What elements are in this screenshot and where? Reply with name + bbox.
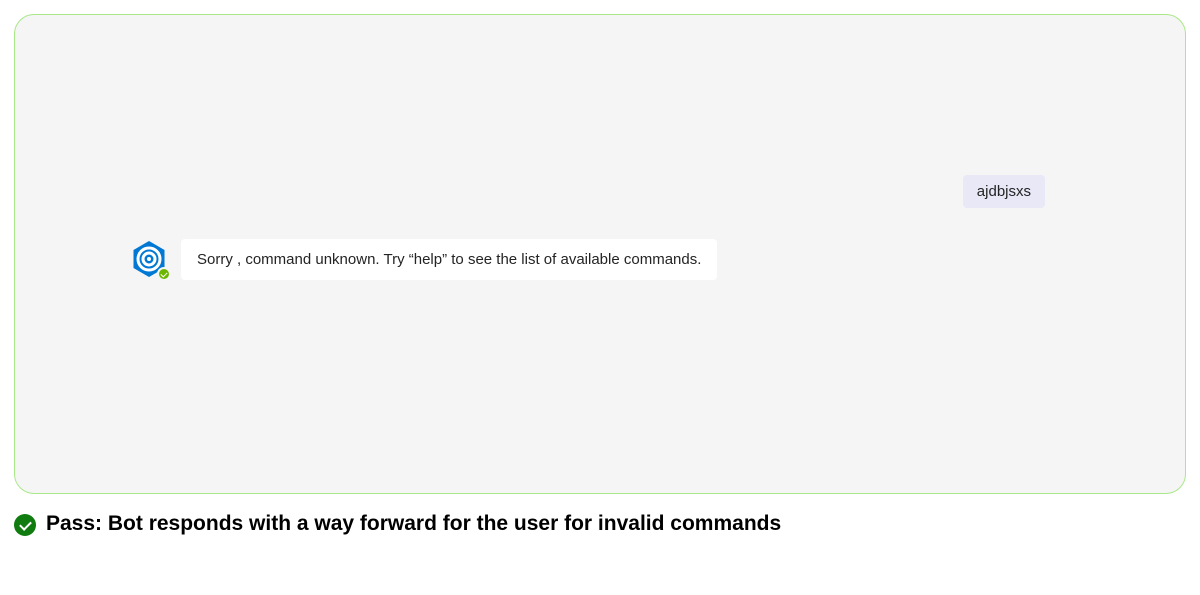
caption-text: Pass: Bot responds with a way forward fo… bbox=[46, 510, 781, 538]
check-circle-icon bbox=[14, 514, 36, 536]
user-message-text: ajdbjsxs bbox=[977, 183, 1031, 200]
presence-available-icon bbox=[157, 267, 171, 281]
chat-panel: ajdbjsxs Sorry , command unknown. Try “h… bbox=[14, 14, 1186, 494]
bot-message-bubble: Sorry , command unknown. Try “help” to s… bbox=[181, 239, 717, 280]
caption-row: Pass: Bot responds with a way forward fo… bbox=[14, 510, 1134, 538]
bot-message-row: Sorry , command unknown. Try “help” to s… bbox=[129, 239, 717, 280]
bot-message-text: Sorry , command unknown. Try “help” to s… bbox=[197, 251, 701, 268]
bot-avatar[interactable] bbox=[129, 239, 169, 279]
user-message-bubble: ajdbjsxs bbox=[963, 175, 1045, 208]
